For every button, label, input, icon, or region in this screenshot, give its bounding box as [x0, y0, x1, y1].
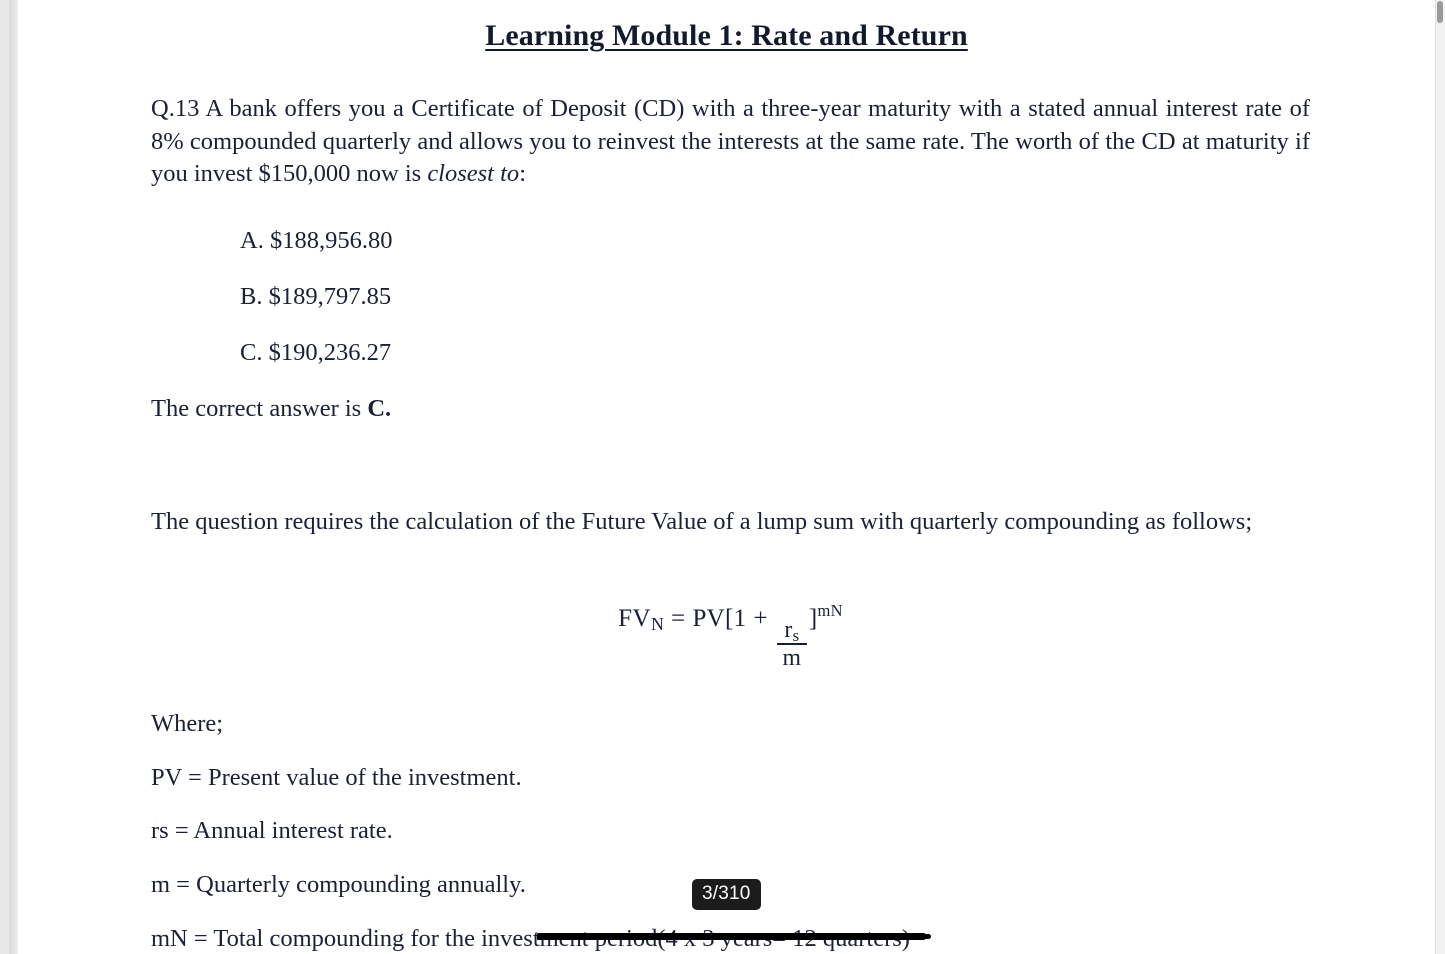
definition-pv: PV = Present value of the investment.: [151, 764, 522, 791]
page-indicator-badge: 3/310: [692, 879, 761, 910]
answer-option-c-label: C. $190,236.27: [240, 339, 392, 366]
formula-equals-sign: =: [671, 605, 686, 632]
explanation-paragraph: The question requires the calculation of…: [151, 508, 1253, 535]
answer-option-b: B. $189,797.85: [240, 282, 391, 312]
formula-one: 1: [733, 605, 747, 632]
correct-answer-choice: C.: [367, 395, 392, 422]
formula-bracket-close: ]: [808, 605, 818, 632]
formula-pv-term: PV: [692, 605, 726, 632]
question-text-tail: :: [519, 160, 526, 187]
future-value-formula: FV N = PV[1 + rs m ] mN: [151, 601, 1310, 671]
formula-fraction-numerator: rs: [781, 617, 802, 645]
formula-rate-symbol: r: [784, 617, 793, 643]
document-page: Learning Module 1: Rate and Return Q.13 …: [9, 0, 1436, 954]
correct-answer-lead: The correct answer is: [151, 395, 368, 422]
where-heading: Where;: [151, 710, 224, 737]
formula-lhs-subscript: N: [651, 614, 665, 634]
page-title-text: Learning Module 1: Rate and Return: [485, 19, 968, 52]
page-left-margin: [9, 0, 18, 954]
question-text: Q.13 A bank offers you a Certificate of …: [151, 95, 1310, 187]
document-content: Learning Module 1: Rate and Return Q.13 …: [143, 0, 1310, 952]
question-paragraph: Q.13 A bank offers you a Certificate of …: [151, 93, 1310, 191]
definition-m: m = Quarterly compounding annually.: [151, 871, 526, 898]
question-emphasis: closest to: [427, 160, 520, 187]
answer-option-c: C. $190,236.27: [240, 338, 391, 368]
vertical-scrollbar-thumb[interactable]: [1437, 1, 1443, 23]
formula-rate-subscript: s: [792, 626, 800, 645]
formula-lhs-base: FV: [618, 605, 652, 632]
annotation-strikethrough-bar: [537, 933, 931, 940]
formula-exponent: mN: [817, 600, 843, 620]
page-title: Learning Module 1: Rate and Return: [143, 0, 1310, 53]
answer-option-a: A. $188,956.80: [240, 226, 392, 256]
formula-bracket-open: [: [725, 605, 734, 632]
formula-fraction: rs m: [776, 617, 807, 672]
vertical-scrollbar[interactable]: [1435, 0, 1445, 954]
correct-answer-line: The correct answer is C.: [151, 394, 391, 424]
answer-option-b-label: B. $189,797.85: [240, 283, 392, 310]
answer-option-a-label: A. $188,956.80: [240, 227, 393, 254]
formula-expression: FV N = PV[1 + rs m ] mN: [618, 601, 843, 671]
definition-rs: rs = Annual interest rate.: [151, 817, 393, 844]
formula-plus-sign: +: [753, 605, 768, 632]
formula-fraction-denominator: m: [782, 645, 802, 672]
